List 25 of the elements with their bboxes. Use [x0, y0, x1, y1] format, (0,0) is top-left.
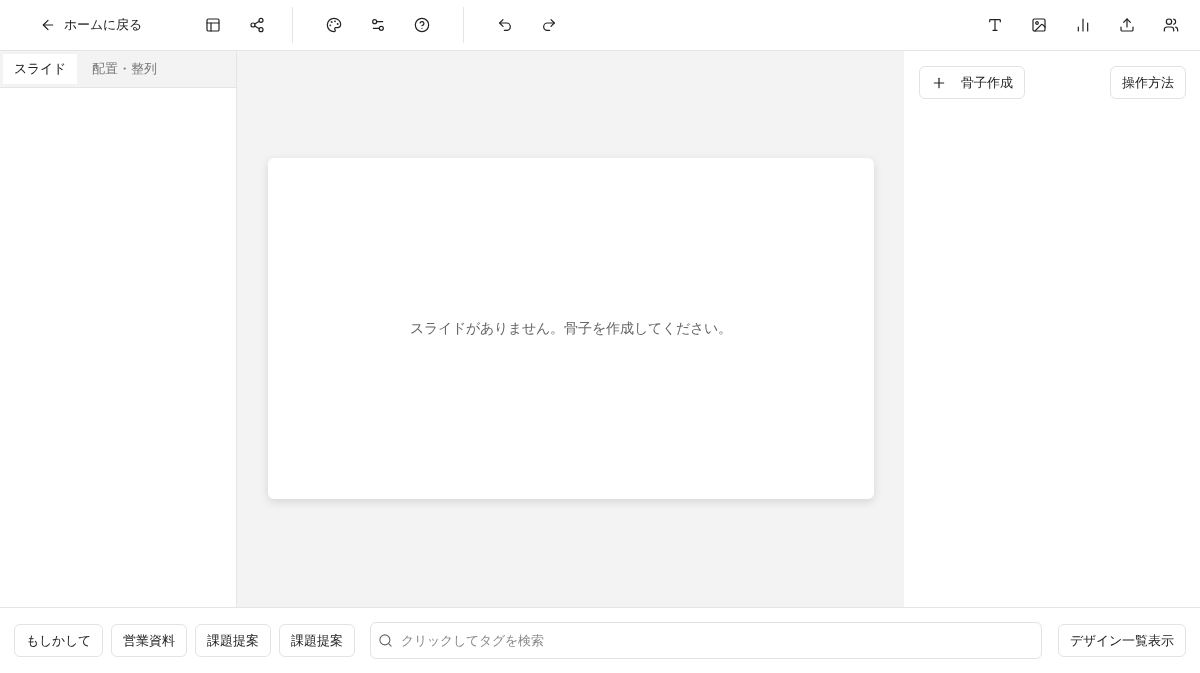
tag-button[interactable]: 営業資料	[111, 624, 187, 657]
chart-icon	[1075, 17, 1091, 33]
search-icon	[378, 633, 393, 648]
tag-button[interactable]: もしかして	[14, 624, 103, 657]
panel-tab[interactable]: 配置・整列	[81, 54, 168, 84]
panel-tab[interactable]: スライド	[3, 54, 77, 84]
design-list-button[interactable]: デザイン一覧表示	[1058, 624, 1186, 657]
tag-button[interactable]: 課題提案	[195, 624, 271, 657]
help-icon	[414, 17, 430, 33]
image-icon	[1031, 17, 1047, 33]
undo-icon	[497, 17, 513, 33]
empty-message: スライドがありません。骨子を作成してください。	[409, 319, 732, 338]
redo-icon	[541, 17, 557, 33]
back-button[interactable]: ホームに戻る	[34, 12, 148, 38]
tag-button[interactable]: 課題提案	[279, 624, 355, 657]
palette-icon	[326, 17, 342, 33]
tag-search-field[interactable]: クリックしてタグを検索	[370, 622, 1042, 659]
share-icon	[249, 17, 265, 33]
upload-icon	[1119, 17, 1135, 33]
users-icon	[1163, 17, 1179, 33]
settings-icon	[370, 17, 386, 33]
layout-icon	[205, 17, 221, 33]
create-outline-button[interactable]: 骨子作成	[919, 66, 1025, 99]
text-icon	[987, 17, 1003, 33]
help-button[interactable]: 操作方法	[1110, 66, 1186, 99]
